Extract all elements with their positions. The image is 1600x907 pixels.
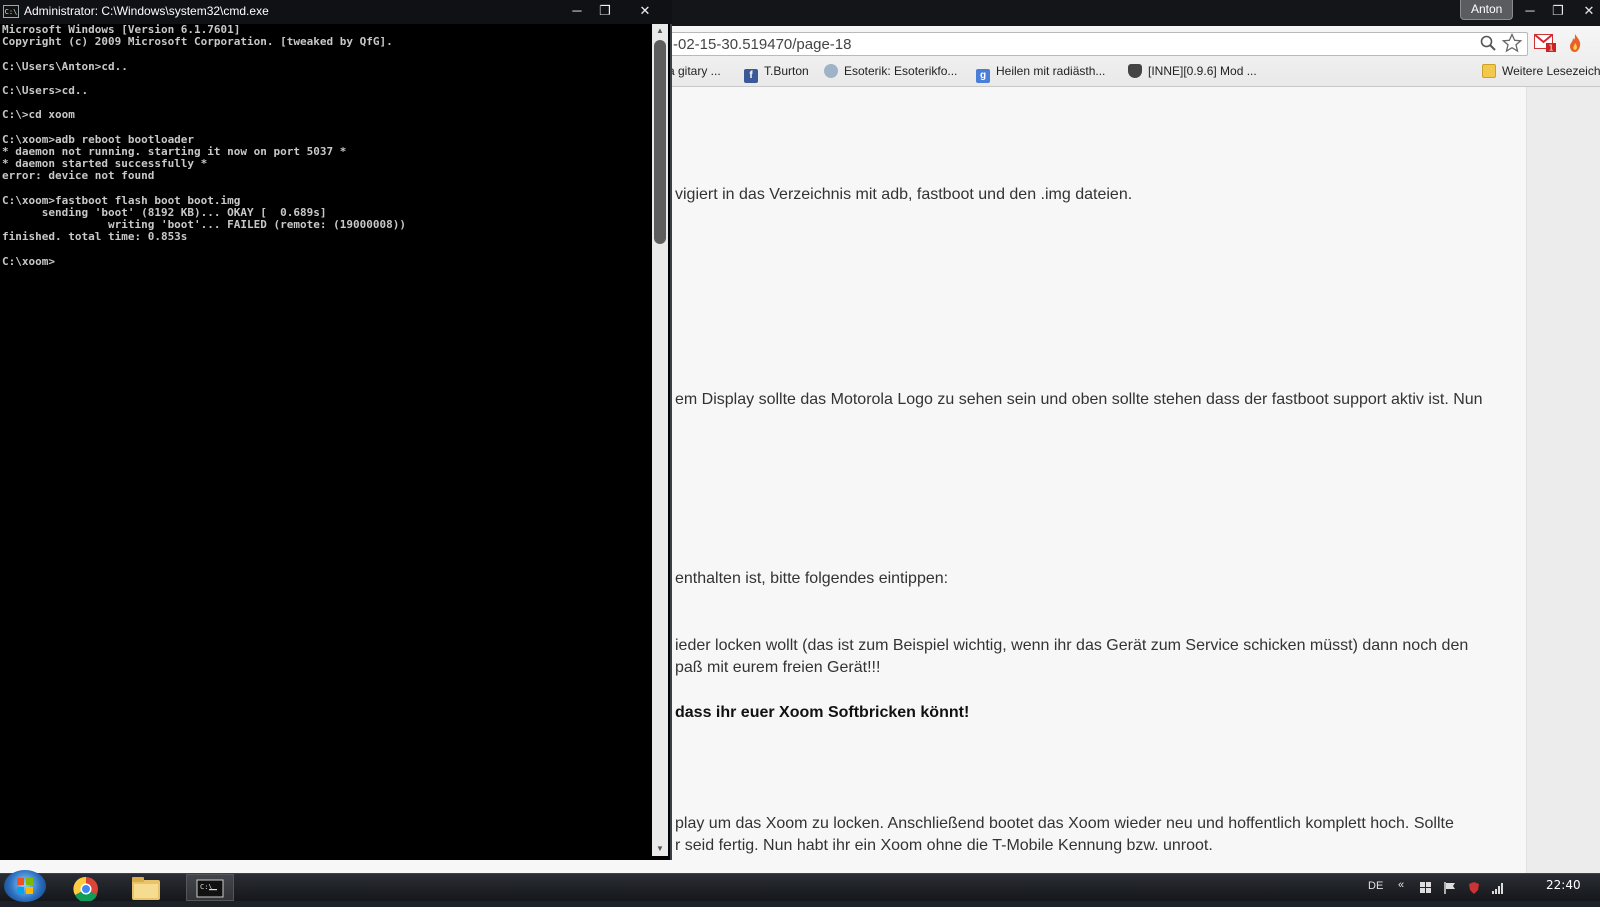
paragraph-text: enthalten ist, bitte folgendes eintippen…: [675, 570, 949, 587]
paragraph-text: ieder locken wollt (das ist zum Beispiel…: [675, 637, 1469, 654]
folder-icon: [1482, 64, 1496, 78]
paragraph-text: r seid fertig. Nun habt ihr ein Xoom ohn…: [675, 837, 1213, 854]
cmd-icon: C:\: [196, 879, 224, 898]
bookmark-item[interactable]: [INNE][0.9.6] Mod ...: [1128, 60, 1257, 82]
windows-logo-icon: [17, 878, 33, 894]
scroll-down-arrow-icon[interactable]: ▼: [652, 842, 668, 856]
bookmark-folder[interactable]: Weitere Lesezeich: [1482, 60, 1600, 82]
address-bar[interactable]: -02-15-30.519470/page-18: [660, 32, 1528, 56]
scroll-up-arrow-icon[interactable]: ▲: [652, 24, 668, 38]
minimize-icon[interactable]: ─: [564, 1, 590, 21]
profile-badge[interactable]: Anton: [1460, 0, 1514, 20]
paragraph-text: em Display sollte das Motorola Logo zu s…: [675, 391, 1483, 408]
google-icon: g: [976, 69, 990, 83]
bookmark-item[interactable]: f T.Burton: [744, 60, 809, 83]
restore-icon[interactable]: ❐: [1547, 2, 1569, 20]
antivirus-icon[interactable]: [1468, 882, 1480, 894]
action-center-flag-icon[interactable]: [1444, 882, 1456, 894]
chrome-icon: [73, 876, 98, 903]
paragraph-text: vigiert in das Verzeichnis mit adb, fast…: [675, 186, 1133, 203]
restore-icon[interactable]: ❐: [592, 1, 618, 21]
windows-tray-icon[interactable]: [1420, 882, 1432, 894]
shield-icon: [1128, 64, 1142, 78]
globe-icon: [824, 64, 838, 78]
paragraph-text: paß mit eurem freien Gerät!!!: [675, 659, 881, 676]
taskbar-chrome[interactable]: [62, 874, 110, 903]
bookmark-item[interactable]: g Heilen mit radiästh...: [976, 60, 1105, 83]
clock[interactable]: 22:40: [1546, 878, 1581, 892]
extension-icon[interactable]: [1568, 33, 1582, 53]
gmail-icon[interactable]: 1: [1534, 34, 1556, 52]
close-icon[interactable]: ✕: [1578, 2, 1600, 20]
network-signal-icon[interactable]: [1492, 882, 1504, 894]
taskbar-explorer[interactable]: [122, 874, 170, 901]
gmail-badge: 1: [1548, 44, 1553, 53]
folder-icon: [132, 877, 160, 900]
bookmark-item[interactable]: a gitary ...: [668, 60, 721, 82]
language-indicator[interactable]: DE: [1368, 880, 1383, 892]
vertical-scrollbar[interactable]: ▲ ▼: [652, 24, 668, 856]
window-title: Administrator: C:\Windows\system32\cmd.e…: [24, 4, 269, 18]
paragraph-text: play um das Xoom zu locken. Anschließend…: [675, 815, 1454, 832]
url-text: -02-15-30.519470/page-18: [673, 36, 852, 53]
facebook-icon: f: [744, 69, 758, 83]
bookmark-item[interactable]: Esoterik: Esoterikfo...: [824, 60, 957, 82]
tray-expand-icon[interactable]: «: [1398, 879, 1404, 891]
close-icon[interactable]: ✕: [632, 1, 658, 21]
taskbar: C:\ DE « 22:40: [0, 870, 1600, 903]
console-text: Microsoft Windows [Version 6.1.7601] Cop…: [2, 24, 406, 268]
cmd-titlebar[interactable]: C:\ Administrator: C:\Windows\system32\c…: [0, 0, 672, 24]
taskbar-cmd[interactable]: C:\: [186, 874, 234, 901]
bold-warning-text: dass ihr euer Xoom Softbricken könnt!: [675, 704, 970, 721]
start-button[interactable]: [4, 870, 46, 902]
minimize-icon[interactable]: ─: [1519, 2, 1541, 20]
zoom-icon[interactable]: [1480, 35, 1496, 51]
page-margin: [1526, 87, 1600, 873]
scrollbar-thumb[interactable]: [654, 40, 666, 244]
cmd-window: C:\ Administrator: C:\Windows\system32\c…: [0, 0, 672, 860]
console-output[interactable]: Microsoft Windows [Version 6.1.7601] Cop…: [2, 24, 650, 856]
cmd-app-icon[interactable]: C:\: [3, 5, 19, 18]
star-icon[interactable]: [1502, 33, 1522, 53]
